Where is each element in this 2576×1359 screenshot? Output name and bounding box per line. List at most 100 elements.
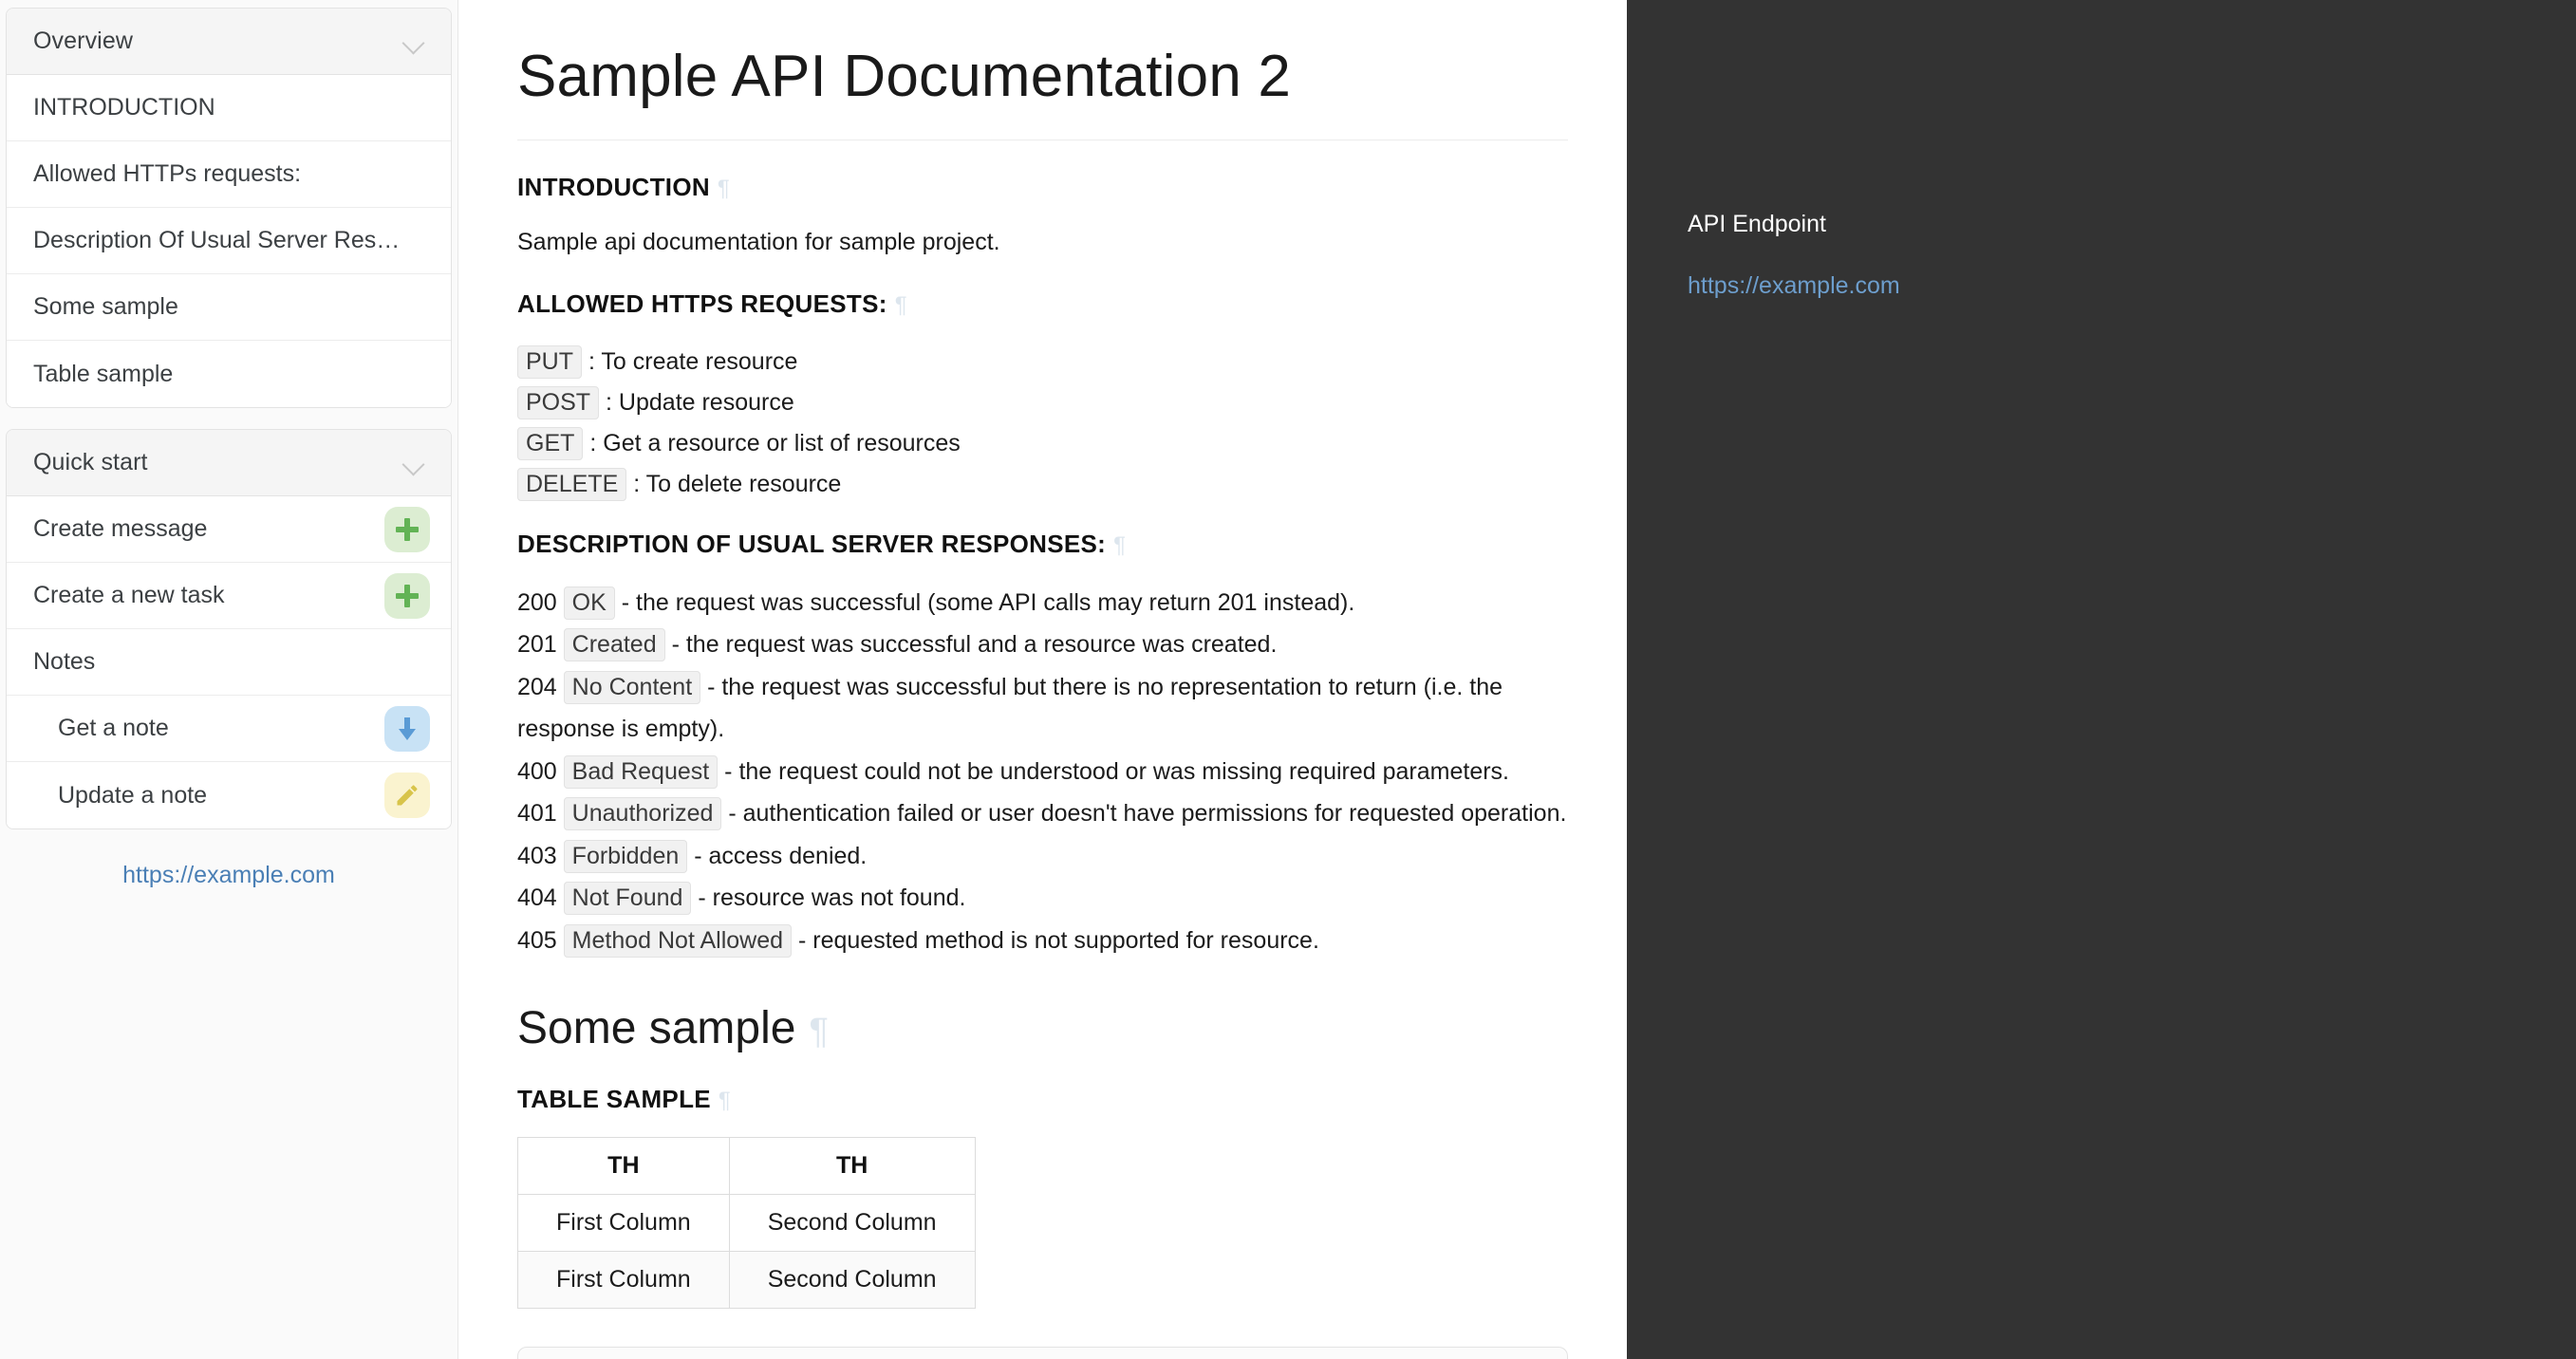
sidebar-section-title: Quick start <box>33 449 148 475</box>
sidebar-footer: https://example.com <box>0 862 457 889</box>
sidebar-item-label: Table sample <box>33 360 174 387</box>
table-cell: Second Column <box>728 1193 976 1252</box>
sidebar-section-quick-start: Quick start Create message Create a new … <box>6 429 452 829</box>
status-tag: Bad Request <box>563 754 719 789</box>
app-root: Overview INTRODUCTION Allowed HTTPs requ… <box>0 0 2576 1359</box>
status-code: 204 <box>517 673 557 700</box>
code-sample-card <box>517 1346 1568 1359</box>
table-column-header: TH <box>728 1136 976 1195</box>
list-item: 403 Forbidden - access denied. <box>517 835 1568 878</box>
page-title: Sample API Documentation 2 <box>517 44 1292 109</box>
heading-table-sample: TABLE SAMPLE ¶ <box>517 1085 1568 1114</box>
list-item: 405 Method Not Allowed - requested metho… <box>517 920 1568 962</box>
heading-allowed-https-requests: ALLOWED HTTPS REQUESTS: ¶ <box>517 289 1568 319</box>
status-description: - resource was not found. <box>698 884 966 912</box>
chevron-down-icon[interactable] <box>401 29 426 54</box>
heading-server-responses: DESCRIPTION OF USUAL SERVER RESPONSES: ¶ <box>517 530 1568 559</box>
anchor-pilcrow-icon[interactable]: ¶ <box>809 1011 828 1054</box>
sidebar-item-label: Create message <box>33 515 208 542</box>
sidebar-section-header-overview[interactable]: Overview <box>7 9 451 75</box>
api-endpoint-title: API Endpoint <box>1688 211 1826 237</box>
sidebar-item-introduction[interactable]: INTRODUCTION <box>7 75 451 141</box>
heading-text: DESCRIPTION OF USUAL SERVER RESPONSES: <box>517 529 1107 558</box>
http-methods-list: PUT : To create resource POST : Update r… <box>517 342 1568 505</box>
status-description: - the request was successful (some API c… <box>621 588 1355 616</box>
server-responses-list: 200 OK - the request was successful (som… <box>517 582 1568 962</box>
list-item: DELETE : To delete resource <box>517 464 1568 505</box>
table-cell: Second Column <box>728 1250 976 1309</box>
sidebar-item-label: INTRODUCTION <box>33 94 215 121</box>
status-description: - the request was successful and a resou… <box>671 631 1278 659</box>
sidebar-item-allowed-https-requests[interactable]: Allowed HTTPs requests: <box>7 141 451 208</box>
status-code: 200 <box>517 588 557 616</box>
sidebar-item-create-a-new-task[interactable]: Create a new task <box>7 563 451 629</box>
sidebar-item-update-a-note[interactable]: Update a note <box>7 762 451 828</box>
anchor-pilcrow-icon[interactable]: ¶ <box>895 292 907 319</box>
sidebar-item-get-a-note[interactable]: Get a note <box>7 696 451 762</box>
anchor-pilcrow-icon[interactable]: ¶ <box>1113 532 1126 559</box>
status-tag: Created <box>563 628 665 662</box>
sidebar: Overview INTRODUCTION Allowed HTTPs requ… <box>0 0 458 1359</box>
plus-icon <box>384 506 430 552</box>
status-code: 405 <box>517 926 557 954</box>
sidebar-item-create-message[interactable]: Create message <box>7 496 451 563</box>
status-code: 401 <box>517 800 557 828</box>
table-row: First Column Second Column <box>517 1193 976 1252</box>
list-item: 204 No Content - the request was success… <box>517 666 1568 751</box>
chevron-down-icon[interactable] <box>401 451 426 475</box>
list-item: PUT : To create resource <box>517 342 1568 382</box>
status-code: 404 <box>517 884 557 912</box>
anchor-pilcrow-icon[interactable]: ¶ <box>719 1088 731 1114</box>
sidebar-item-notes[interactable]: Notes <box>7 629 451 696</box>
status-tag: Forbidden <box>563 839 688 873</box>
method-tag: PUT <box>517 344 582 379</box>
list-item: 200 OK - the request was successful (som… <box>517 582 1568 624</box>
method-description: : Update resource <box>606 388 794 416</box>
status-tag: Not Found <box>563 882 692 916</box>
method-description: : To create resource <box>588 347 798 375</box>
arrow-down-icon <box>384 705 430 752</box>
status-description: - the request could not be understood or… <box>724 757 1510 785</box>
sidebar-item-table-sample[interactable]: Table sample <box>7 341 451 407</box>
sample-table: TH TH First Column Second Column First C… <box>517 1136 976 1309</box>
status-tag: Method Not Allowed <box>563 923 793 958</box>
method-tag: GET <box>517 426 584 460</box>
sidebar-item-label: Allowed HTTPs requests: <box>33 160 302 187</box>
list-item: 404 Not Found - resource was not found. <box>517 877 1568 920</box>
sidebar-item-description-of-usual-server-responses[interactable]: Description Of Usual Server Respo… <box>7 208 451 274</box>
api-endpoint-panel: API Endpoint https://example.com <box>1627 0 2576 1359</box>
sidebar-item-label: Description Of Usual Server Respo… <box>33 227 403 253</box>
api-endpoint-panel-inner: API Endpoint https://example.com <box>1627 211 2576 300</box>
list-item: 201 Created - the request was successful… <box>517 624 1568 666</box>
status-description: - access denied. <box>694 842 868 869</box>
method-tag: DELETE <box>517 467 627 501</box>
anchor-pilcrow-icon[interactable]: ¶ <box>718 176 730 202</box>
introduction-paragraph: Sample api documentation for sample proj… <box>517 229 1000 256</box>
status-code: 403 <box>517 842 557 869</box>
list-item: 400 Bad Request - the request could not … <box>517 751 1568 793</box>
pencil-icon <box>384 773 430 818</box>
table-header-row: TH TH <box>517 1136 976 1195</box>
list-item: GET : Get a resource or list of resource… <box>517 423 1568 464</box>
heading-text: ALLOWED HTTPS REQUESTS: <box>517 289 887 318</box>
method-description: : Get a resource or list of resources <box>589 429 961 456</box>
status-description: - authentication failed or user doesn't … <box>728 800 1567 828</box>
list-item: POST : Update resource <box>517 382 1568 423</box>
sidebar-item-label: Get a note <box>58 715 169 741</box>
heading-some-sample: Some sample ¶ <box>517 1001 1568 1056</box>
table-column-header: TH <box>517 1136 730 1195</box>
sidebar-item-label: Create a new task <box>33 582 225 608</box>
sidebar-item-some-sample[interactable]: Some sample <box>7 274 451 341</box>
api-endpoint-link[interactable]: https://example.com <box>1688 272 1900 299</box>
sidebar-section-header-quick-start[interactable]: Quick start <box>7 430 451 496</box>
sidebar-endpoint-link[interactable]: https://example.com <box>122 862 335 888</box>
sidebar-item-label: Notes <box>33 648 96 675</box>
table-row: First Column Second Column <box>517 1250 976 1309</box>
status-description: - requested method is not supported for … <box>797 926 1319 954</box>
method-description: : To delete resource <box>633 470 842 497</box>
table-cell: First Column <box>517 1193 730 1252</box>
status-code: 201 <box>517 631 557 659</box>
status-code: 400 <box>517 757 557 785</box>
method-tag: POST <box>517 385 600 419</box>
plus-icon <box>384 572 430 619</box>
